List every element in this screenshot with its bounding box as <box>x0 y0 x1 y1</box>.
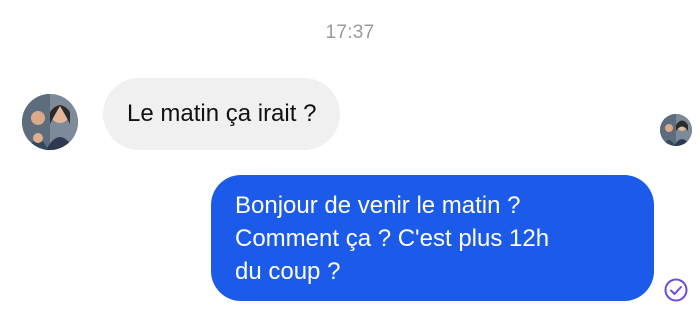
incoming-message-text: Le matin ça irait ? <box>127 100 317 127</box>
sent-status-check-circle-icon <box>664 278 688 302</box>
outgoing-message-line: du coup ? <box>235 258 341 285</box>
contact-avatar-photo-icon <box>22 94 78 150</box>
read-receipt-avatar <box>660 114 692 146</box>
outgoing-message-bubble[interactable]: Bonjour de venir le matin ? Comment ça ?… <box>211 175 654 301</box>
read-receipt-avatar-photo-icon <box>660 114 692 146</box>
contact-avatar[interactable] <box>22 94 78 150</box>
outgoing-message-line: Comment ça ? C'est plus 12h <box>235 225 550 252</box>
message-timestamp: 17:37 <box>325 22 375 43</box>
outgoing-message-line: Bonjour de venir le matin ? <box>235 192 521 219</box>
incoming-message-bubble[interactable]: Le matin ça irait ? <box>103 78 341 150</box>
